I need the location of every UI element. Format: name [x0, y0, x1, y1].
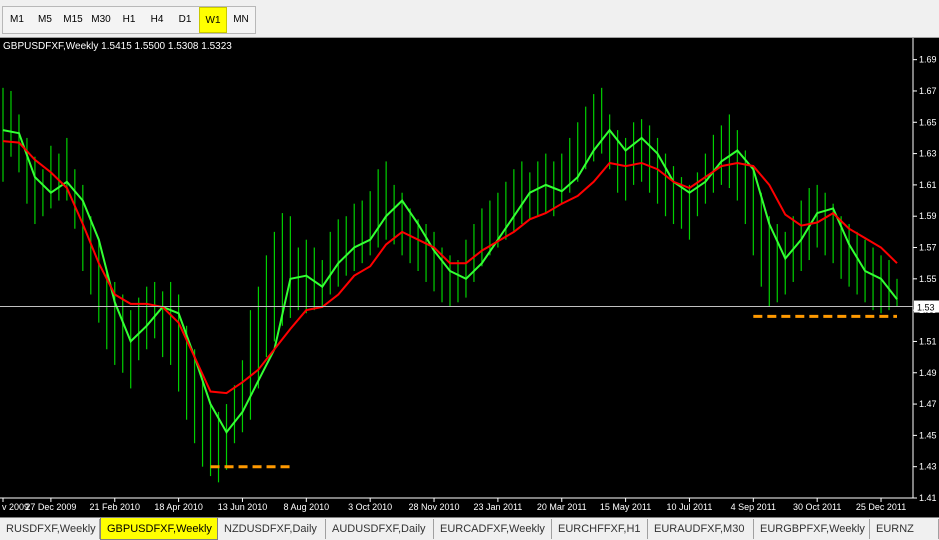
- timeframe-button-m30[interactable]: M30: [87, 7, 115, 33]
- timeframe-button-d1[interactable]: D1: [171, 7, 199, 33]
- price-tick-label: 1.51: [919, 336, 937, 346]
- price-tick-label: 1.65: [919, 117, 937, 127]
- time-tick-label: 23 Jan 2011: [473, 502, 522, 512]
- time-tick-label: 8 Aug 2010: [284, 502, 330, 512]
- symbol-tab[interactable]: NZDUSDFXF,Daily: [218, 519, 326, 539]
- time-tick-label: 21 Feb 2010: [89, 502, 140, 512]
- time-tick-label: 20 Mar 2011: [537, 502, 587, 512]
- symbol-tab[interactable]: EURNZ: [870, 519, 939, 539]
- time-tick-label: 15 May 2011: [600, 502, 651, 512]
- chart-background: [0, 38, 939, 517]
- chart-canvas[interactable]: 1.69 1.67 1.65 1.63 1.61 1.59 1.57 1.55 1.53 1.51…: [0, 38, 939, 517]
- price-tick-label: 1.49: [919, 368, 937, 378]
- time-tick-label: 4 Sep 2011: [731, 502, 776, 512]
- price-tick-label: 1.45: [919, 430, 937, 440]
- timeframe-button-m1[interactable]: M1: [3, 7, 31, 33]
- price-tick-label: 1.67: [919, 86, 937, 96]
- time-tick-label: 30 Oct 2011: [793, 502, 841, 512]
- price-chart[interactable]: 1.69 1.67 1.65 1.63 1.61 1.59 1.57 1.55 1.53 1.51…: [0, 38, 939, 517]
- timeframe-button-h1[interactable]: H1: [115, 7, 143, 33]
- time-tick-label: 10 Jul 2011: [667, 502, 713, 512]
- timeframe-button-group: M1 M5 M15 M30 H1 H4 D1 W1 MN: [2, 6, 256, 34]
- time-tick-label: 25 Dec 2011: [856, 502, 906, 512]
- price-tick-label: 1.55: [919, 274, 937, 284]
- time-tick-label: 18 Apr 2010: [154, 502, 203, 512]
- timeframe-button-w1[interactable]: W1: [199, 7, 227, 33]
- current-price-label: 1.53: [917, 303, 935, 313]
- symbol-tab[interactable]: AUDUSDFXF,Daily: [326, 519, 434, 539]
- timeframe-toolbar: M1 M5 M15 M30 H1 H4 D1 W1 MN: [0, 0, 939, 38]
- symbol-tab[interactable]: EURCADFXF,Weekly: [434, 519, 552, 539]
- price-tick-label: 1.43: [919, 462, 937, 472]
- symbol-tab[interactable]: RUSDFXF,Weekly: [0, 519, 100, 539]
- price-tick-label: 1.47: [919, 399, 937, 409]
- time-tick-label: 27 Dec 2009: [25, 502, 76, 512]
- timeframe-button-m15[interactable]: M15: [59, 7, 87, 33]
- symbol-tab[interactable]: EURAUDFXF,M30: [648, 519, 754, 539]
- symbol-tab[interactable]: EURCHFFXF,H1: [552, 519, 648, 539]
- chart-header: GBPUSDFXF,Weekly 1.5415 1.5500 1.5308 1.…: [3, 41, 232, 52]
- time-tick-label: 28 Nov 2010: [409, 502, 460, 512]
- timeframe-button-mn[interactable]: MN: [227, 7, 255, 33]
- symbol-tab[interactable]: GBPUSDFXF,Weekly: [100, 518, 218, 540]
- price-tick-label: 1.59: [919, 211, 937, 221]
- symbol-tab[interactable]: EURGBPFXF,Weekly: [754, 519, 870, 539]
- time-tick-label: 13 Jun 2010: [218, 502, 268, 512]
- price-tick-label: 1.57: [919, 243, 937, 253]
- timeframe-button-m5[interactable]: M5: [31, 7, 59, 33]
- price-tick-label: 1.41: [919, 493, 937, 503]
- price-tick-label: 1.61: [919, 180, 937, 190]
- price-tick-label: 1.69: [919, 55, 937, 65]
- timeframe-button-h4[interactable]: H4: [143, 7, 171, 33]
- symbol-tab-bar: RUSDFXF,Weekly GBPUSDFXF,Weekly NZDUSDFXF,…: [0, 517, 939, 540]
- price-tick-label: 1.63: [919, 149, 937, 159]
- time-tick-label: 3 Oct 2010: [348, 502, 392, 512]
